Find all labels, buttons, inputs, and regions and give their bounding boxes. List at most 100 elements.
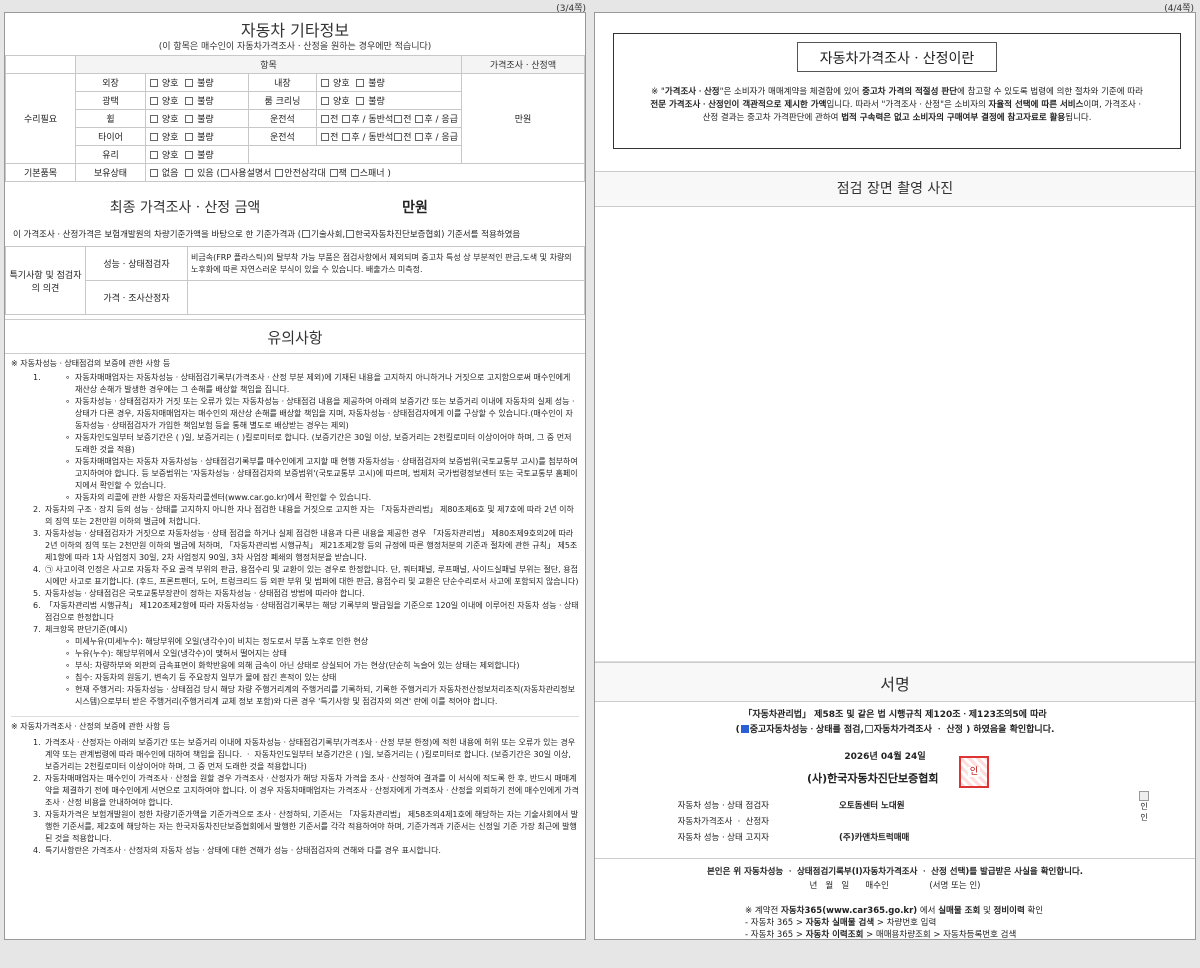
sub7-item-text: 침수: 자동차의 원동기, 변속기 등 주요장치 일부가 물에 잠긴 흔적이 있… xyxy=(75,673,337,682)
col-price-header: 가격조사ㆍ산정액 xyxy=(461,55,585,74)
checkbox[interactable] xyxy=(321,97,330,105)
checkbox[interactable] xyxy=(150,97,159,105)
row-glass: 유리 xyxy=(75,145,147,164)
row-driver-seat: 운전석 xyxy=(247,109,318,128)
checkbox[interactable] xyxy=(346,230,355,238)
sub-item: ∘ 자동차인도일부터 보증기간은 ( )일, 보증거리는 ( )킬로미터로 합니다… xyxy=(65,432,579,456)
bad-label: 불량 xyxy=(368,79,385,89)
ref-block: ※ 계약전 자동차365(www.car365.go.kr) 에서 실매물 조회… xyxy=(745,906,1044,940)
checkbox[interactable] xyxy=(185,79,194,87)
checkbox[interactable] xyxy=(150,169,159,177)
item-text: 「자동차관리법 시행규칙」 제120조제2항에 따라 자동차성능ㆍ상태점검기록부… xyxy=(45,601,579,622)
checkbox[interactable] xyxy=(394,115,403,123)
possess-label: 보유상태 xyxy=(75,163,147,182)
checkbox[interactable] xyxy=(185,151,194,159)
signer-role: 자동차가격조사 ㆍ 산정자 xyxy=(677,817,769,827)
numbered-item: 4. 특기사항란은 가격조사ㆍ산정자의 자동차 성능ㆍ상태에 대한 견해가 성능ㆍ… xyxy=(33,845,579,857)
signer-row: 자동차가격조사 ㆍ 산정자 xyxy=(595,816,1155,829)
sub-list: ∘ 자동차매매업자는 자동차성능ㆍ상태점검기록부(가격조사ㆍ산정 부분 제외)에 … xyxy=(65,372,579,504)
row-gloss: 광택 xyxy=(75,91,147,110)
item-text: 자동차성능ㆍ상태점검은 국토교통부장관이 정하는 자동차성능ㆍ상태점검 방법에 … xyxy=(45,589,365,598)
bullet: ∘ xyxy=(65,493,71,502)
checkbox[interactable] xyxy=(329,169,338,177)
checkbox[interactable] xyxy=(185,97,194,105)
signer-name: 오토돔센터 노대원 xyxy=(839,801,905,811)
good-label: 양호 xyxy=(333,97,350,107)
checkbox[interactable] xyxy=(150,79,159,87)
bullet: ∘ xyxy=(65,673,71,682)
checkbox[interactable] xyxy=(185,169,194,177)
sub-item-text: 자동차인도일부터 보증기간은 ( )일, 보증거리는 ( )킬로미터로 합니다.… xyxy=(75,433,572,454)
item-text: 체크항목 판단기준(예시) xyxy=(45,625,128,634)
checkbox[interactable] xyxy=(150,115,159,123)
numbered-item: 7. 체크항목 판단기준(예시) xyxy=(33,624,579,636)
item-number: 3. xyxy=(33,810,41,819)
sign-org: (사)한국자동차진단보증협회 xyxy=(807,772,939,785)
special-r1: 성능ㆍ상태점검자 xyxy=(85,246,188,281)
final-amount: 만원 xyxy=(402,200,428,216)
checkbox[interactable] xyxy=(342,115,351,123)
signer-row: 자동차 성능ㆍ상태 점검자 오토돔센터 노대원 xyxy=(595,800,1155,813)
checkbox[interactable] xyxy=(864,725,873,733)
item-text: 자동차가격은 보험개발원이 정한 차량기준가액을 기준가격으로 조사ㆍ산정하되,… xyxy=(45,810,579,843)
final-price-row: 최종 가격조사ㆍ산정 금액 만원 xyxy=(5,186,585,228)
sub7-item-text: 미세누유(미세누수): 해당부위에 오일(냉각수)이 비치는 정도로서 부품 노… xyxy=(75,637,369,646)
checkbox[interactable] xyxy=(394,133,403,141)
checkbox[interactable] xyxy=(321,79,330,87)
checkbox[interactable] xyxy=(415,115,424,123)
bullet: ∘ xyxy=(65,373,71,382)
bad-label: 불량 xyxy=(197,151,214,161)
special-r2: 가격ㆍ조사산정자 xyxy=(85,280,188,315)
sign-org-row: (사)한국자동차진단보증협회 인 xyxy=(595,756,1195,794)
notice-h1: ※ 자동차성능ㆍ상태점검의 보증에 관한 사항 등 xyxy=(11,359,171,368)
item-number: 7. xyxy=(33,625,41,634)
sub-item-text: 자동차성능ㆍ상태점검자가 거짓 또는 오류가 있는 자동차성능ㆍ상태점검 내용을… xyxy=(75,397,577,430)
confirm-text: (중고자동차성능ㆍ상태를 점검, 자동차가격조사 ㆍ 산정 ) 하였음을 확인합니… xyxy=(735,725,1055,735)
repair-label: 수리필요 xyxy=(5,73,77,164)
right-page: 자동차가격조사ㆍ산정이란 ※ "가격조사ㆍ산정"은 소비자가 매매계약을 체결함… xyxy=(594,12,1196,940)
checkbox[interactable] xyxy=(321,133,330,141)
bad-label: 불량 xyxy=(197,115,214,125)
sign-date: 2026년 04월 24일 xyxy=(844,752,926,762)
law-text: 「자동차관리법」 제58조 및 같은 법 시행규칙 제120조ㆍ제123조의5에… xyxy=(743,710,1047,720)
checkbox[interactable] xyxy=(356,79,365,87)
checkbox[interactable] xyxy=(415,133,424,141)
checkbox[interactable] xyxy=(356,97,365,105)
special-label: 특기사항 및 점검자의 의견 xyxy=(5,246,86,315)
signer-name: (주)카앤차트럭매매 xyxy=(839,833,910,843)
checkbox[interactable] xyxy=(221,169,230,177)
col-item-header: 항목 xyxy=(75,55,462,74)
sub-item: ∘ 자동차성능ㆍ상태점검자가 거짓 또는 오류가 있는 자동차성능ㆍ상태점검 내용… xyxy=(65,396,579,432)
checkbox[interactable] xyxy=(150,151,159,159)
final-label: 최종 가격조사ㆍ산정 금액 xyxy=(109,200,261,216)
final-note: 이 가격조사ㆍ산정가격은 보험개발원의 차량기준가액을 바탕으로 한 기준가격과… xyxy=(13,230,521,240)
special-table: 특기사항 및 점검자의 의견 성능ㆍ상태점검자 비금속(FRP 플라스틱)의 탈… xyxy=(5,246,585,315)
item-text: 자동차매매업자는 매수인이 가격조사ㆍ산정을 원할 경우 가격조사ㆍ산정자가 해… xyxy=(45,774,579,807)
checkbox[interactable] xyxy=(275,169,284,177)
photo-area xyxy=(595,207,1195,662)
bullet: ∘ xyxy=(65,661,71,670)
checkbox[interactable] xyxy=(185,133,194,141)
checkbox[interactable] xyxy=(185,115,194,123)
numbered-item: 1. 가격조사ㆍ산정자는 아래의 보증기간 또는 보증거리 이내에 자동차성능ㆍ상… xyxy=(33,737,579,773)
bullet: ∘ xyxy=(65,457,71,466)
bad-label: 불량 xyxy=(197,133,214,143)
checkbox[interactable] xyxy=(302,230,311,238)
signer-row: 자동차 성능ㆍ상태 고지자 (주)카앤차트럭매매 xyxy=(595,832,1155,845)
checkbox[interactable] xyxy=(150,133,159,141)
sub-item: ∘ 자동차의 리콜에 관한 사항은 자동차리콜센터(www.car.go.kr)에… xyxy=(65,492,579,504)
item-number: 1. xyxy=(33,373,41,382)
row-cleaning: 룸 크리닝 xyxy=(247,91,318,110)
item-number: 5. xyxy=(33,589,41,598)
signer-role: 자동차 성능ㆍ상태 고지자 xyxy=(677,833,769,843)
item-number: 2. xyxy=(33,505,41,514)
checkbox[interactable] xyxy=(321,115,330,123)
misc-subtitle: (이 항목은 매수인이 자동차가격조사ㆍ산정을 원하는 경우에만 적습니다) xyxy=(158,42,432,52)
left-page: 자동차 기타정보 (이 항목은 매수인이 자동차가격조사ㆍ산정을 원하는 경우에… xyxy=(4,12,586,940)
items-list: 2. 자동차의 구조ㆍ장치 등의 성능ㆍ상태를 고지하지 아니한 자나 점검한 내… xyxy=(11,504,579,636)
checkbox[interactable] xyxy=(350,169,359,177)
seal-stamp: 인 xyxy=(959,756,989,788)
checkbox[interactable] xyxy=(342,133,351,141)
item-text: 특기사항란은 가격조사ㆍ산정자의 자동차 성능ㆍ상태에 대한 견해가 성능ㆍ상태… xyxy=(45,846,441,855)
checkbox-checked[interactable] xyxy=(740,725,749,733)
